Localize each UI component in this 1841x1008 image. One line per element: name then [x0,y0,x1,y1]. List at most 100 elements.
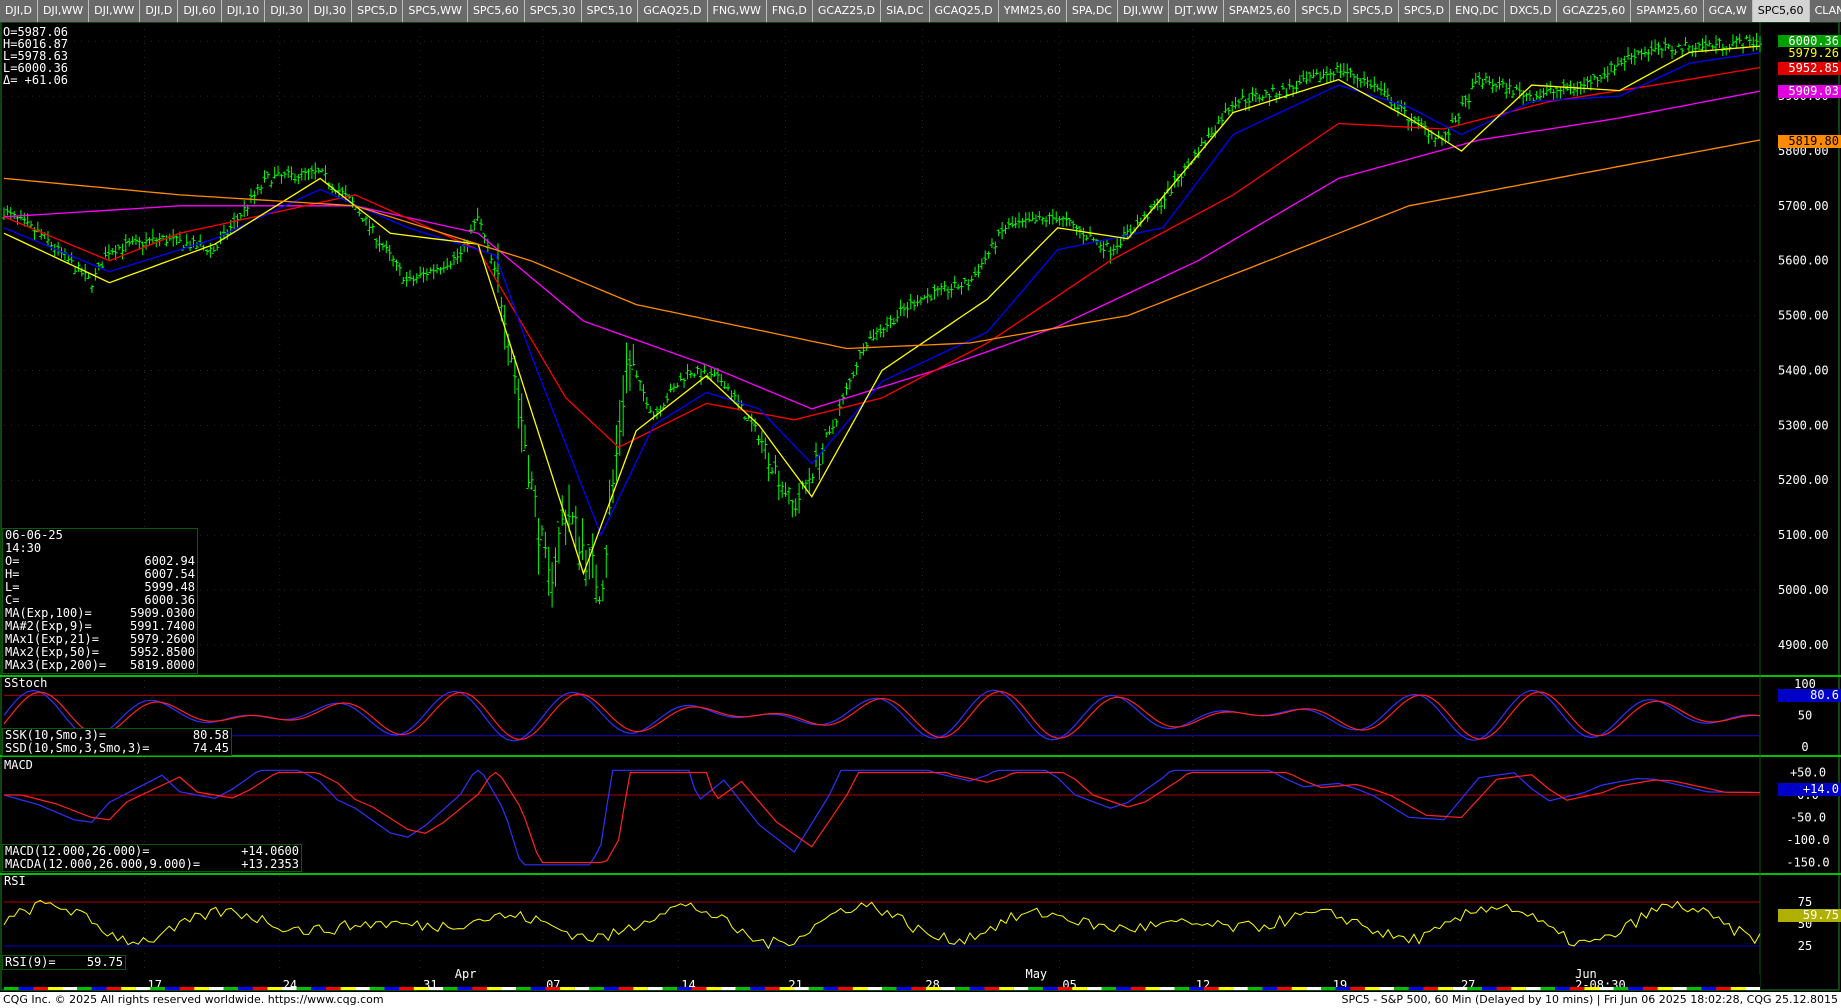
chart-tab[interactable]: ENQ,DC [1450,0,1505,22]
date-strip-segment [764,987,780,990]
price-axis-tag: 5819.80 [1778,134,1841,148]
chart-tab[interactable]: SPC5,10 [581,0,639,22]
date-strip-segment [808,987,824,990]
ohlc-header: O=5987.06 H=6016.87 L=5978.63 L=6000.36 Δ= +… [3,26,68,86]
stoch-label: SStoch [4,676,48,690]
date-strip-segment [106,987,122,990]
date-strip-segment [1481,987,1497,990]
chart-tab[interactable]: SPC5,D [1347,0,1399,22]
date-strip-segment [1072,987,1087,990]
date-strip-segment [457,987,473,990]
chart-tab[interactable]: DJI,D [140,0,179,22]
date-strip-segment [662,987,678,990]
date-strip-segment [486,987,502,990]
date-strip-segment [1203,987,1219,990]
date-strip-segment [1657,987,1673,990]
date-strip-segment [618,987,634,990]
moving-average-line [3,52,1761,537]
rsi-label: RSI [4,874,26,888]
date-strip-segment [1540,987,1556,990]
macd-tick-label: -100.0 [1786,833,1829,847]
date-strip-segment [984,987,1000,990]
stoch-readout: SSK(10,Smo,3)= 80.58 SSD(10,Smo,3,Smo,3)= 7… [2,728,232,756]
stoch-tick-label: 50 [1798,709,1812,723]
price-tick-label: 5000.00 [1778,583,1829,597]
price-tick-label: 5300.00 [1778,418,1829,432]
moving-average-line [3,45,1761,576]
date-strip-segment [223,987,239,990]
rsi-line [3,899,1761,950]
cursor-info-box: 06-06-25 14:30 O= 6002.94 H= 6007.54 L= 5999.… [2,528,198,674]
date-strip-segment [1438,987,1453,990]
chart-tab[interactable]: DJT,WW [1169,0,1224,22]
chart-tab[interactable]: GCAZ25,D [812,0,882,22]
chart-tab[interactable]: SPC5,60 [467,0,525,22]
macd-tick-label: -50.0 [1790,811,1826,825]
date-strip-segment [1423,987,1439,990]
date-strip-segment [1379,987,1395,990]
date-strip-segment [355,987,370,990]
date-strip-segment [1321,987,1336,990]
chart-tab[interactable]: SPAM25,60 [1631,0,1704,22]
chart-tab[interactable]: GCAQ25,D [929,0,999,22]
chart-tab[interactable]: DXC5,D [1504,0,1558,22]
chart-tab[interactable]: DJI,D [0,0,38,22]
macd-label: MACDA(12.000,26.000,9.000)= [5,857,201,871]
chart-tab[interactable]: SPA,DC [1066,0,1118,22]
date-strip-segment [1174,987,1190,990]
chart-tab[interactable]: GCAZ25,60 [1557,0,1632,22]
chart-tab[interactable]: GCA,W [1703,0,1753,22]
chart-tab[interactable]: SPAM25,60 [1223,0,1297,22]
price-tick-label: 4900.00 [1778,638,1829,652]
date-strip-segment [1716,987,1731,990]
date-strip-segment [1116,987,1131,990]
chart-tab[interactable]: SPC5,60 [1752,0,1810,22]
rsi-tick-label: 25 [1798,939,1812,953]
chart-tab[interactable]: SPC5,D [352,0,404,22]
chart-tab[interactable]: SPC5,WW [403,0,468,22]
chart-tab[interactable]: DJI,10 [221,0,266,22]
date-strip-segment [925,987,941,990]
date-strip-segment [1452,987,1468,990]
chart-tab[interactable]: DJI,WW [89,0,141,22]
chart-tab[interactable]: GCAQ25,D [638,0,708,22]
date-strip-segment [121,987,136,990]
info-label: MAx3(Exp,200)= [5,658,107,672]
chart-tab[interactable]: DJI,60 [178,0,222,22]
date-strip-segment [691,987,707,990]
date-strip-segment [77,987,92,990]
date-strip-segment [1511,987,1526,990]
chart-tab[interactable]: YMM25,60 [998,0,1067,22]
date-strip-segment [135,987,151,990]
chart-tab[interactable]: SPC5,D [1398,0,1451,22]
date-strip-segment [1101,987,1117,990]
date-strip-segment [1394,987,1409,990]
date-strip-segment [1233,987,1248,990]
date-strip-segment [721,987,736,990]
date-strip-segment [4,987,19,990]
chart-tab[interactable]: FNG,D [766,0,813,22]
chart-tab[interactable]: SPC5,30 [524,0,582,22]
date-strip-segment [633,987,648,990]
rsi-readout: RSI(9)= 59.75 [2,955,126,970]
date-strip-segment [1745,987,1760,990]
date-strip-segment [340,987,356,990]
chart-tab[interactable]: DJI,30 [308,0,353,22]
chart-tab[interactable]: CLAN25,D [1809,0,1841,22]
indicator-axis-tag: 80.6 [1778,688,1841,702]
chart-tab[interactable]: DJI,WW [37,0,90,22]
chart-tab[interactable]: DJI,30 [265,0,309,22]
moving-average-line [3,66,1761,449]
date-strip-segment [1218,987,1234,990]
date-strip-segment [1291,987,1307,990]
chart-tab[interactable]: DJI,WW [1118,0,1170,22]
chart-tab[interactable]: FNG,WW [707,0,767,22]
chart-tab[interactable]: SPC5,D [1296,0,1348,22]
rsi-readout-value: 59.75 [86,955,123,969]
macd-tick-label: +50.0 [1790,766,1826,780]
chart-tab[interactable]: SIA,DC [881,0,930,22]
date-axis-label: May [1025,967,1047,981]
date-strip-segment [779,987,795,990]
rsi-readout-label: RSI(9)= [5,955,56,969]
date-strip-segment [867,987,882,990]
